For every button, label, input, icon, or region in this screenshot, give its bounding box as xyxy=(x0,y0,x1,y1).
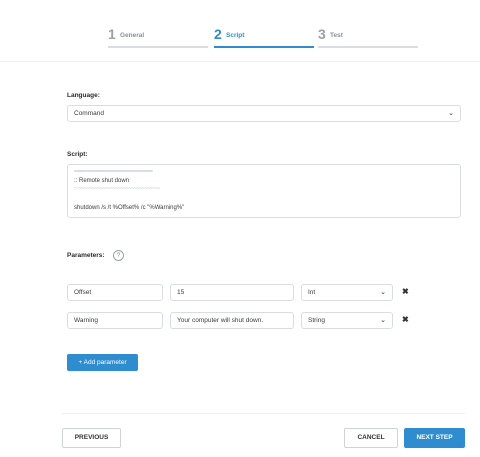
step-label: General xyxy=(120,32,145,39)
script-line: ============================== xyxy=(74,169,153,175)
chevron-down-icon: ⌄ xyxy=(380,289,386,296)
param-type-select[interactable]: String ⌄ xyxy=(301,312,393,329)
chevron-down-icon: ⌄ xyxy=(380,317,386,324)
language-value: Command xyxy=(74,110,104,117)
param-type-value: String xyxy=(308,317,325,324)
script-line: ::~~~~~~~~~~~~~~~~~~~~~~~~~~~~~~~~ xyxy=(74,186,161,192)
param-type-value: Int xyxy=(308,289,316,296)
remove-icon[interactable]: ✖ xyxy=(402,287,409,296)
chevron-down-icon: ⌄ xyxy=(448,110,454,117)
step-number: 3 xyxy=(318,26,326,42)
help-icon[interactable]: ? xyxy=(113,250,124,261)
parameters-label: Parameters: xyxy=(67,252,105,259)
param-value-input[interactable]: 15 xyxy=(170,284,294,301)
step-number: 2 xyxy=(214,26,222,42)
param-value-input[interactable]: Your computer will shut down. xyxy=(170,312,294,329)
step-script[interactable]: 2 Script xyxy=(214,26,314,48)
step-progress-bar xyxy=(214,46,314,48)
step-number: 1 xyxy=(108,26,116,42)
param-name-input[interactable]: Offset xyxy=(67,284,163,301)
footer-divider xyxy=(62,413,465,414)
script-line: :: Remote shut down xyxy=(74,178,130,184)
language-label: Language: xyxy=(67,92,100,99)
next-step-button[interactable]: NEXT STEP xyxy=(404,428,465,448)
param-type-select[interactable]: Int ⌄ xyxy=(301,284,393,301)
cancel-button[interactable]: CANCEL xyxy=(344,428,398,448)
previous-button[interactable]: PREVIOUS xyxy=(62,428,121,448)
add-parameter-button[interactable]: + Add parameter xyxy=(67,354,138,371)
step-general[interactable]: 1 General xyxy=(108,26,208,48)
step-progress-bar xyxy=(318,46,418,48)
param-name-input[interactable]: Warning xyxy=(67,312,163,329)
step-label: Test xyxy=(330,32,343,39)
script-line: shutdown /s /t %Offset% /c "%Warning%" xyxy=(74,205,185,211)
language-select[interactable]: Command ⌄ xyxy=(67,105,461,122)
step-test[interactable]: 3 Test xyxy=(318,26,418,48)
script-editor[interactable]: ============================== :: Remote… xyxy=(67,164,461,218)
step-progress-bar xyxy=(108,46,208,48)
script-label: Script: xyxy=(67,151,88,158)
step-label: Script xyxy=(226,32,245,39)
remove-icon[interactable]: ✖ xyxy=(402,315,409,324)
